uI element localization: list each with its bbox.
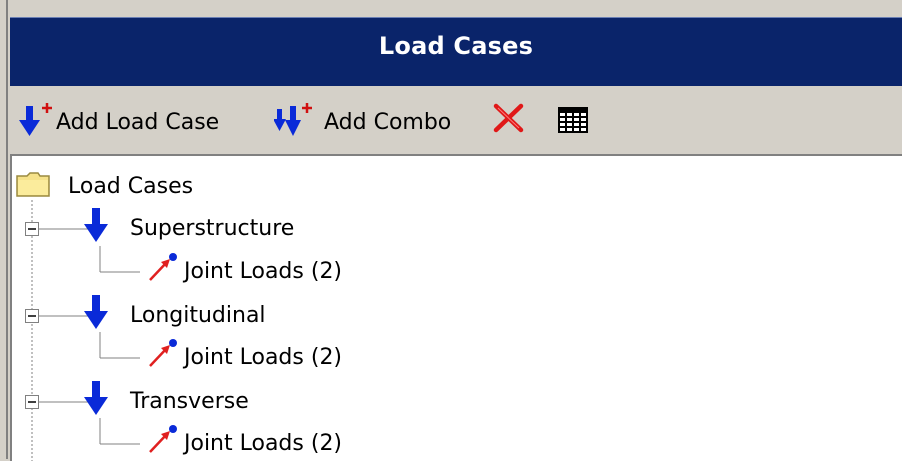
tree-child-label[interactable]: Joint Loads (2)	[184, 345, 342, 370]
add-load-case-icon	[19, 103, 52, 136]
folder-icon	[16, 172, 50, 197]
delete-button[interactable]	[492, 102, 526, 144]
joint-load-icon	[149, 339, 177, 367]
panel-left-border	[6, 0, 8, 459]
tree-case-label[interactable]: Longitudinal	[130, 303, 266, 328]
load-cases-tree[interactable]: Load Cases Superstructure Joint Loads (2…	[10, 154, 902, 461]
load-case-icon	[84, 208, 108, 242]
add-combo-label: Add Combo	[324, 110, 452, 135]
load-cases-panel: Load Cases Add Load Case Add Combo Load …	[0, 0, 902, 461]
panel-title: Load Cases	[378, 32, 534, 60]
tree-root-node[interactable]: Load Cases	[16, 170, 236, 200]
add-combo-button[interactable]: Add Combo	[274, 102, 490, 144]
delete-icon	[493, 103, 524, 133]
panel-title-bar: Load Cases	[10, 17, 902, 86]
toolbar: Add Load Case Add Combo	[10, 90, 902, 152]
tree-root-label: Load Cases	[68, 174, 194, 199]
add-combo-icon	[274, 103, 312, 136]
tree-child-label[interactable]: Joint Loads (2)	[184, 259, 342, 284]
joint-load-icon	[149, 253, 177, 281]
collapse-toggle-icon[interactable]	[25, 309, 39, 323]
add-load-case-label: Add Load Case	[56, 110, 220, 135]
load-case-icon	[84, 381, 108, 415]
table-icon	[558, 107, 588, 133]
tree-child-label[interactable]: Joint Loads (2)	[184, 431, 342, 456]
tree-case-label[interactable]: Transverse	[130, 389, 249, 414]
load-case-icon	[84, 295, 108, 329]
tree-case-label[interactable]: Superstructure	[130, 216, 294, 241]
table-view-button[interactable]	[556, 102, 590, 144]
collapse-toggle-icon[interactable]	[25, 222, 39, 236]
add-load-case-button[interactable]: Add Load Case	[18, 102, 264, 144]
collapse-toggle-icon[interactable]	[25, 395, 39, 409]
joint-load-icon	[149, 425, 177, 453]
